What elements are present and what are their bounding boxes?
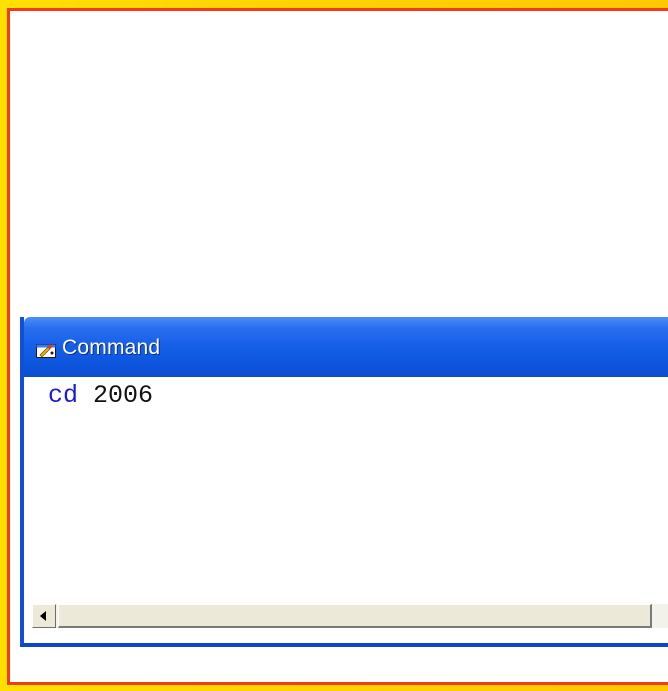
command-input-area[interactable]: cd 2006 — [24, 377, 668, 603]
scroll-left-arrow-icon[interactable] — [32, 604, 56, 628]
command-keyword: cd — [48, 381, 79, 410]
scrollbar-thumb[interactable] — [58, 604, 652, 628]
bottom-blank-strip — [10, 647, 668, 682]
horizontal-scrollbar[interactable] — [32, 604, 668, 628]
command-window: Command cd 2006 — [20, 317, 668, 647]
command-line: cd 2006 — [48, 381, 153, 411]
command-window-titlebar[interactable]: Command — [24, 317, 668, 377]
command-argument: 2006 — [93, 381, 154, 410]
command-window-title: Command — [62, 336, 161, 359]
blank-canvas-area — [10, 11, 668, 317]
command-window-icon — [36, 344, 56, 358]
